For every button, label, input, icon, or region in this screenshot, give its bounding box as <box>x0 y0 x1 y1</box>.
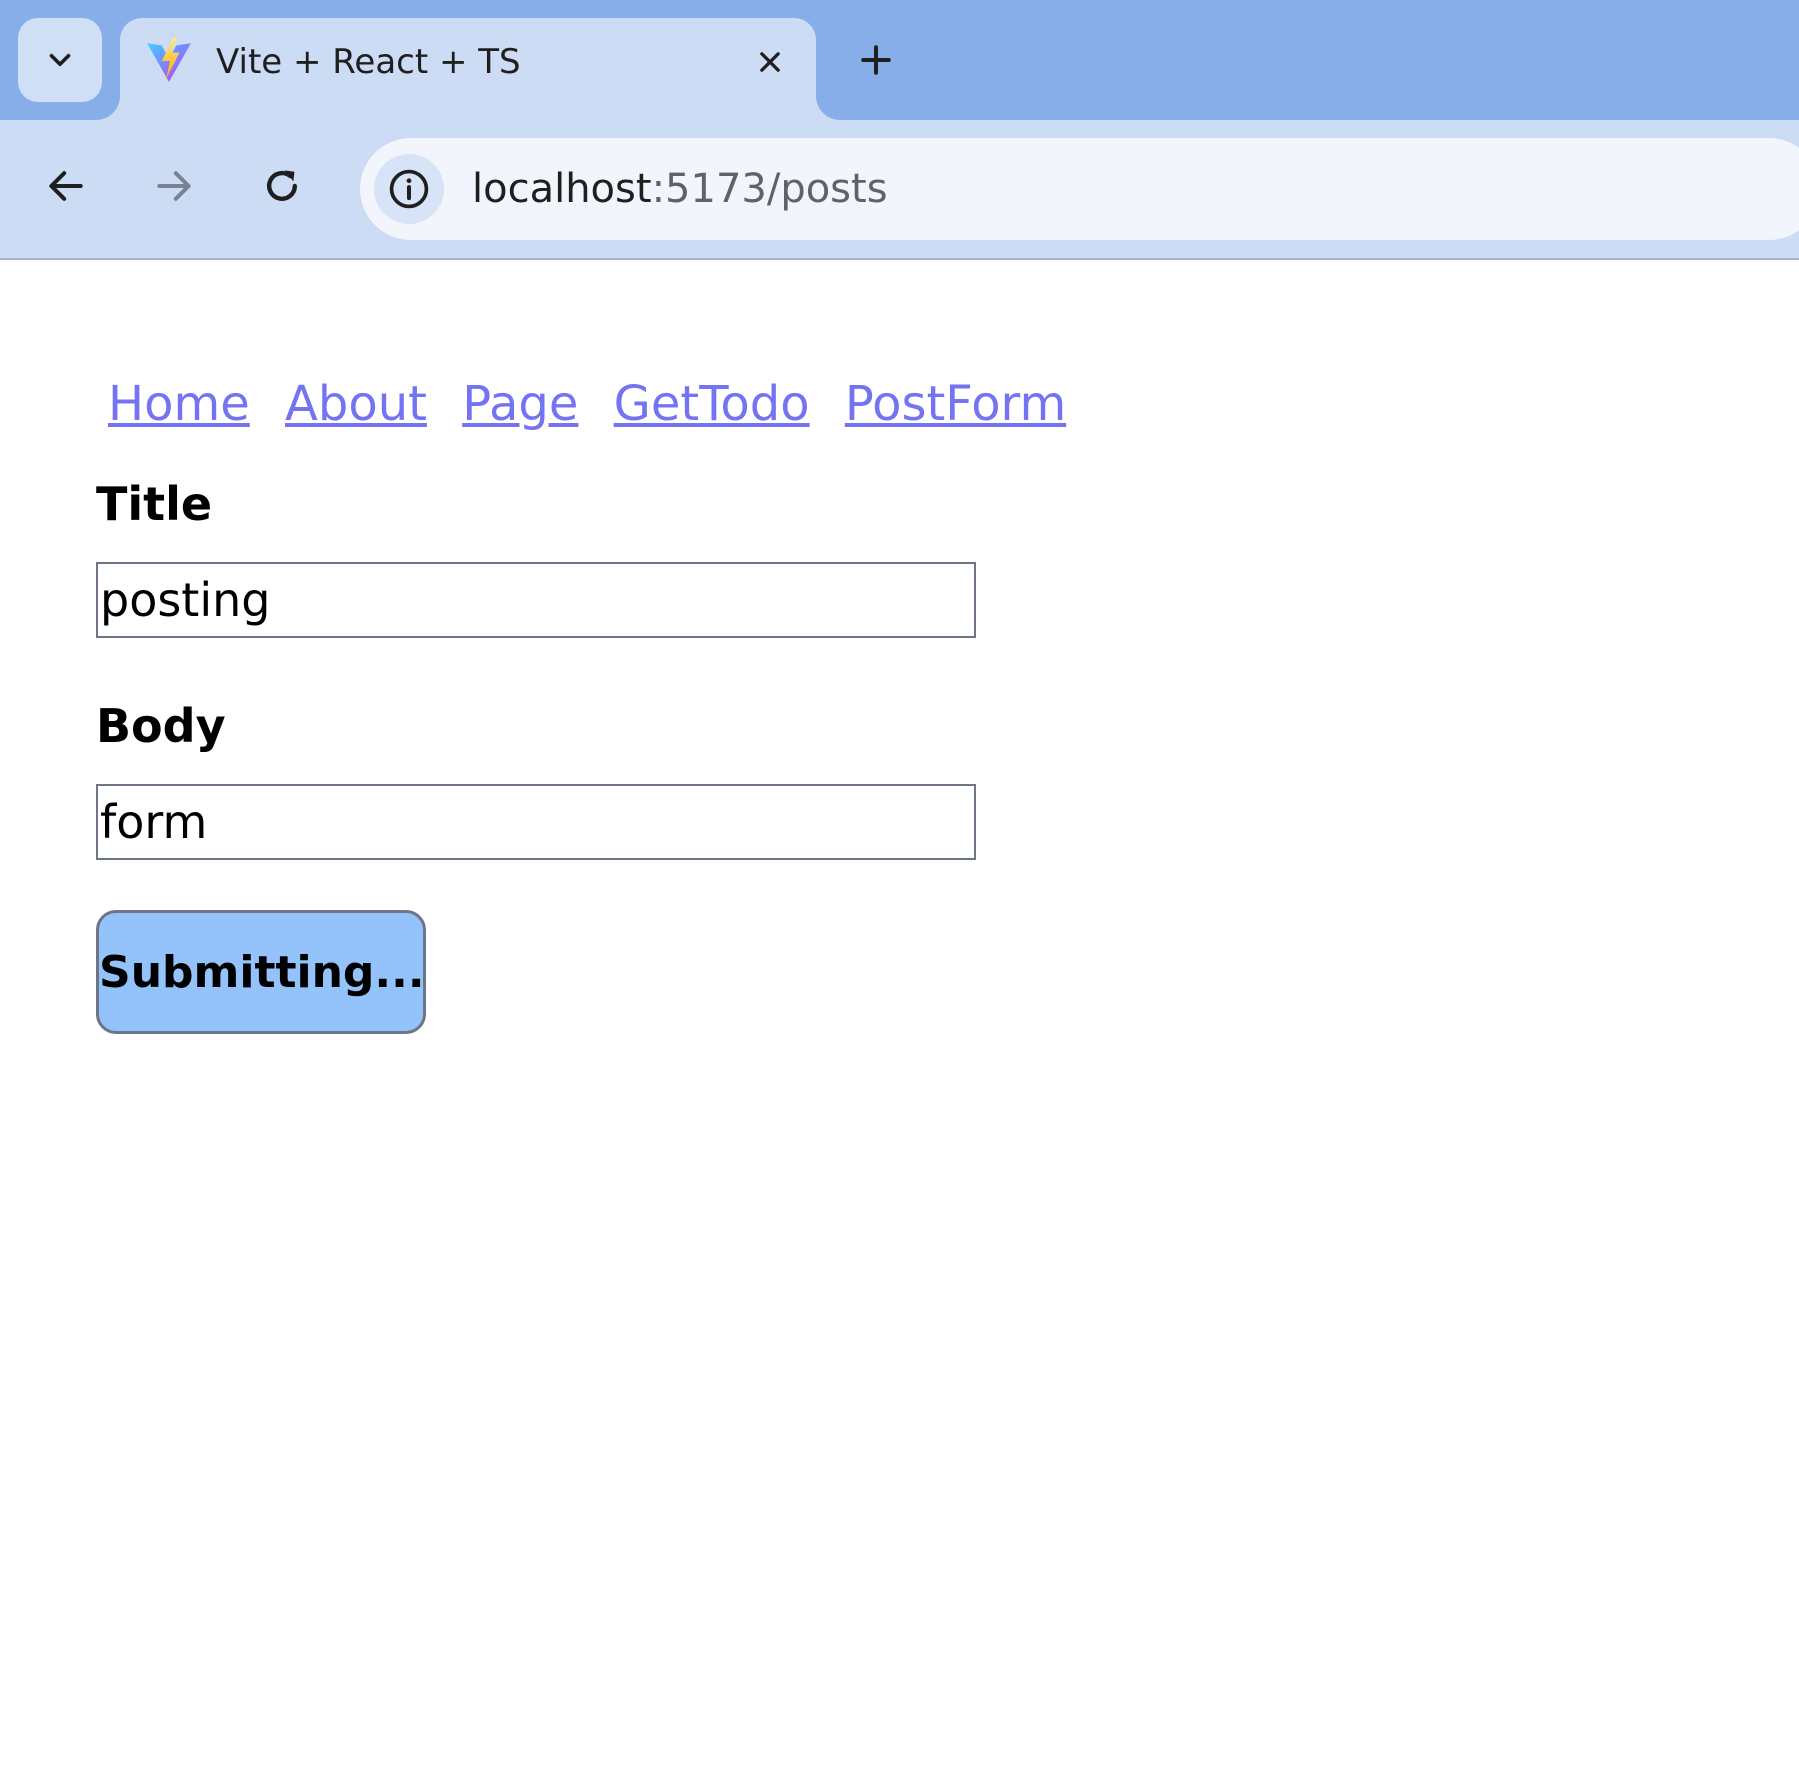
browser-tab-active[interactable]: Vite + React + TS <box>120 18 816 120</box>
tab-close-button[interactable] <box>750 42 790 82</box>
title-label: Title <box>96 477 213 531</box>
url-text: localhost:5173/posts <box>472 162 888 216</box>
body-input[interactable] <box>96 784 976 860</box>
tab-title: Vite + React + TS <box>216 42 521 82</box>
nav-links: Home About Page GetTodo PostForm <box>108 368 1086 440</box>
nav-link-page[interactable]: Page <box>462 376 578 432</box>
nav-link-gettodo[interactable]: GetTodo <box>614 376 810 432</box>
browser-tabstrip: Vite + React + TS <box>0 0 1799 120</box>
vite-logo-icon <box>147 38 191 82</box>
tab-search-button[interactable] <box>18 18 102 102</box>
page-content: Home About Page GetTodo PostForm Title B… <box>0 260 1799 1772</box>
title-input[interactable] <box>96 562 976 638</box>
url-path: :5173/posts <box>651 166 888 212</box>
url-host: localhost <box>472 166 652 212</box>
nav-link-home[interactable]: Home <box>108 376 250 432</box>
reload-button[interactable] <box>252 156 312 216</box>
site-info-button[interactable] <box>374 154 444 224</box>
back-button[interactable] <box>36 156 96 216</box>
chevron-down-icon <box>49 53 71 67</box>
arrow-right-icon <box>157 171 191 201</box>
forward-button[interactable] <box>144 156 204 216</box>
new-tab-button[interactable] <box>852 36 900 84</box>
nav-link-postform[interactable]: PostForm <box>845 376 1066 432</box>
nav-link-about[interactable]: About <box>285 376 427 432</box>
info-icon <box>389 169 429 209</box>
submit-button[interactable]: Submitting... <box>96 910 426 1034</box>
close-icon <box>760 52 780 72</box>
address-bar[interactable]: localhost:5173/posts <box>360 138 1799 240</box>
browser-toolbar: localhost:5173/posts <box>0 120 1799 260</box>
body-label: Body <box>96 699 226 753</box>
plus-icon <box>861 45 891 75</box>
reload-icon <box>266 170 298 201</box>
arrow-left-icon <box>49 171 83 201</box>
